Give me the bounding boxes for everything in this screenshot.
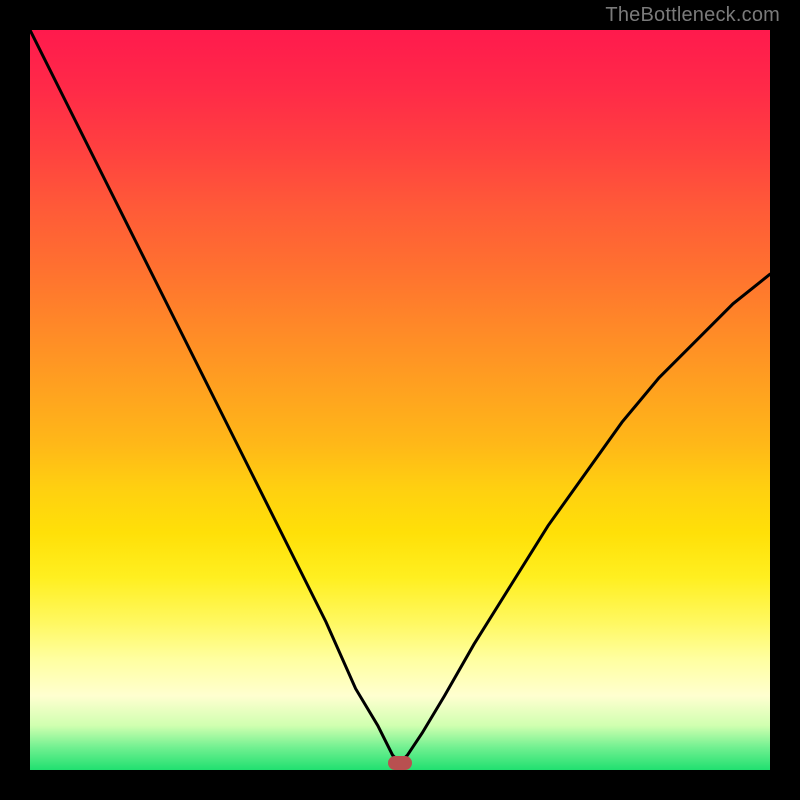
curve-layer bbox=[30, 30, 770, 770]
plot-area bbox=[30, 30, 770, 770]
optimum-marker bbox=[388, 756, 412, 770]
chart-frame: TheBottleneck.com bbox=[0, 0, 800, 800]
bottleneck-curve bbox=[30, 30, 770, 763]
watermark-text: TheBottleneck.com bbox=[605, 4, 780, 27]
